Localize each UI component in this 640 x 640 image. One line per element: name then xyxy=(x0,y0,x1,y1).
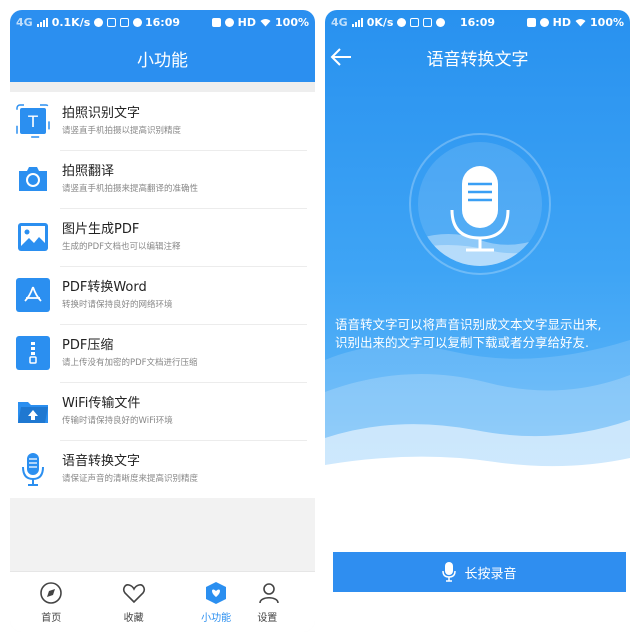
battery-level: 100% xyxy=(590,15,624,29)
pdf-icon xyxy=(14,276,52,314)
heart-icon xyxy=(122,581,146,605)
app-notification-icon xyxy=(94,17,104,27)
bottom-nav: 首页 收藏 小功能 设置 xyxy=(10,571,315,632)
signal-icon xyxy=(351,17,363,27)
nav-label: 收藏 xyxy=(123,612,144,624)
feature-item-pdf-compress[interactable]: PDF压缩 请上传没有加密的PDF文档进行压缩 xyxy=(10,324,315,382)
status-bar: 4G 0.1K/s 16:09 HD 100% xyxy=(10,10,315,34)
feature-item-speech-to-text[interactable]: 语音转换文字 请保证声音的清晰度来提高识别精度 xyxy=(10,440,315,498)
feature-subtitle: 请竖直手机拍摄以提高识别精度 xyxy=(62,125,182,136)
app-notification-icon xyxy=(397,17,407,27)
text-recognition-icon: T xyxy=(14,102,52,140)
nav-favorites[interactable]: 收藏 xyxy=(92,572,174,632)
nav-home[interactable]: 首页 xyxy=(10,572,92,632)
mute-icon xyxy=(526,17,536,27)
qq-icon xyxy=(133,17,143,27)
app-notification-icon xyxy=(107,17,117,27)
feature-title: 拍照翻译 xyxy=(62,163,115,179)
feature-subtitle: 请上传没有加密的PDF文档进行压缩 xyxy=(62,357,198,368)
feature-item-pdf-to-word[interactable]: PDF转换Word 转换时请保持良好的网络环境 xyxy=(10,266,315,324)
folder-upload-icon xyxy=(14,392,52,430)
feature-title: 语音转换文字 xyxy=(62,453,141,469)
nav-tools[interactable]: 小功能 xyxy=(175,572,257,632)
battery-level: 100% xyxy=(275,15,309,29)
right-screen: 4G 0K/s 16:09 HD 100% 语音转换文字 语音转文字可以将声音识… xyxy=(325,10,630,632)
shield-icon xyxy=(204,581,228,605)
app-notification-icon xyxy=(423,17,433,27)
microphone-icon xyxy=(14,450,52,488)
feature-title: WiFi传输文件 xyxy=(62,395,141,411)
feature-item-wifi-transfer[interactable]: WiFi传输文件 传输时请保持良好的WiFi环境 xyxy=(10,382,315,440)
mute-icon xyxy=(211,17,221,27)
voice-badge xyxy=(408,132,552,276)
feature-item-image-to-pdf[interactable]: 图片生成PDF 生成的PDF文档也可以编辑注释 xyxy=(10,208,315,266)
nav-label: 首页 xyxy=(41,612,62,624)
left-screen: 4G 0.1K/s 16:09 HD 100% 小功能 T 拍照识别文字 请竖直… xyxy=(10,10,315,632)
feature-subtitle: 传输时请保持良好的WiFi环境 xyxy=(62,415,173,426)
feature-title: PDF转换Word xyxy=(62,279,147,295)
nav-settings[interactable]: 设置 xyxy=(257,572,315,632)
feature-title: 图片生成PDF xyxy=(62,221,140,237)
alarm-icon xyxy=(539,17,549,27)
record-button-label: 长按录音 xyxy=(464,566,517,582)
feature-list: T 拍照识别文字 请竖直手机拍摄以提高识别精度 拍照翻译 请竖直手机拍摄来提高翻… xyxy=(10,92,315,498)
hold-to-record-button[interactable]: 长按录音 xyxy=(333,552,626,592)
hd-badge: HD xyxy=(237,15,257,29)
svg-text:T: T xyxy=(27,112,38,131)
feature-subtitle: 请保证声音的清晰度来提高识别精度 xyxy=(62,473,199,484)
feature-item-photo-ocr[interactable]: T 拍照识别文字 请竖直手机拍摄以提高识别精度 xyxy=(10,92,315,150)
signal-icon xyxy=(36,17,48,27)
feature-subtitle: 转换时请保持良好的网络环境 xyxy=(62,299,173,310)
description-line: 识别出来的文字可以复制下载或者分享给好友. xyxy=(335,335,589,350)
nav-label: 设置 xyxy=(257,612,278,624)
alarm-icon xyxy=(224,17,234,27)
feature-title: PDF压缩 xyxy=(62,337,114,353)
compass-icon xyxy=(39,581,63,605)
qq-icon xyxy=(436,17,446,27)
network-speed: 0.1K/s xyxy=(51,15,91,29)
description-line: 语音转文字可以将声音识别成文本文字显示出来, xyxy=(335,317,602,332)
zip-icon xyxy=(14,334,52,372)
app-notification-icon xyxy=(410,17,420,27)
status-bar: 4G 0K/s 16:09 HD 100% xyxy=(325,10,630,34)
microphone-icon xyxy=(409,133,551,275)
microphone-icon xyxy=(442,562,457,582)
wifi-icon xyxy=(575,18,586,26)
nav-label: 小功能 xyxy=(201,612,232,624)
description: 语音转文字可以将声音识别成文本文字显示出来, 识别出来的文字可以复制下载或者分享… xyxy=(335,316,624,352)
hd-badge: HD xyxy=(552,15,572,29)
app-notification-icon xyxy=(120,17,130,27)
feature-item-photo-translate[interactable]: 拍照翻译 请竖直手机拍摄来提高翻译的准确性 xyxy=(10,150,315,208)
feature-subtitle: 生成的PDF文档也可以编辑注释 xyxy=(62,241,181,252)
camera-icon xyxy=(14,160,52,198)
page-title: 语音转换文字 xyxy=(426,49,529,70)
feature-subtitle: 请竖直手机拍摄来提高翻译的准确性 xyxy=(62,183,199,194)
wifi-icon xyxy=(260,18,271,26)
feature-title: 拍照识别文字 xyxy=(62,105,141,121)
page-title: 小功能 xyxy=(137,50,188,71)
image-icon xyxy=(14,218,52,256)
user-icon xyxy=(257,581,281,605)
network-speed: 0K/s xyxy=(366,15,394,29)
left-header: 4G 0.1K/s 16:09 HD 100% 小功能 xyxy=(10,10,315,82)
